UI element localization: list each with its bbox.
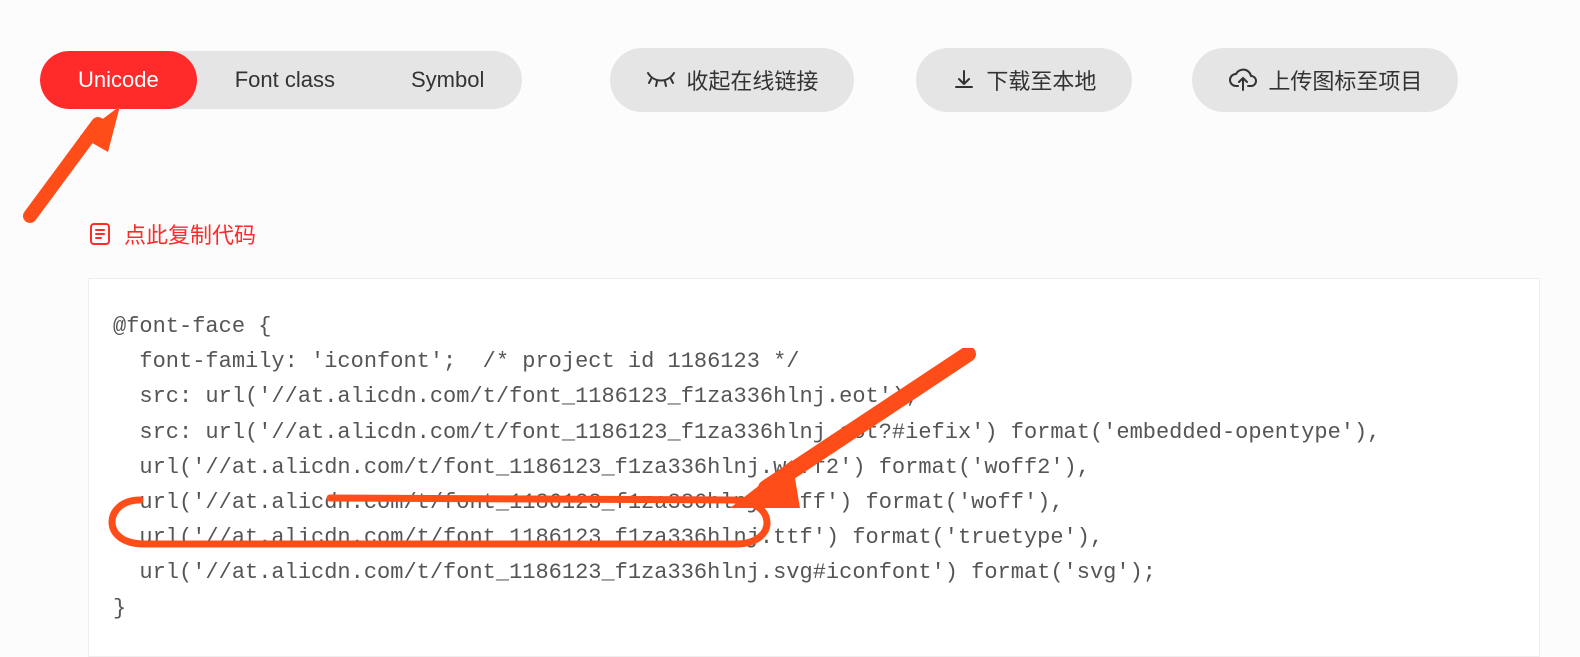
download-local-button[interactable]: 下载至本地 [916,48,1132,112]
tab-fontclass[interactable]: Font class [197,51,373,109]
upload-project-label: 上传图标至项目 [1268,64,1422,96]
format-tabs: Unicode Font class Symbol [40,51,522,109]
collapse-link-button[interactable]: 收起在线链接 [610,48,854,112]
annotation-arrow-to-tab [20,106,130,226]
collapse-link-label: 收起在线链接 [686,64,818,96]
download-icon [952,68,976,92]
code-block: @font-face { font-family: 'iconfont'; /*… [88,278,1540,657]
top-toolbar: Unicode Font class Symbol 收起在线链接 下载至本地 [0,0,1580,112]
cloud-upload-icon [1228,68,1258,92]
tab-unicode[interactable]: Unicode [40,51,197,109]
tab-symbol[interactable]: Symbol [373,51,522,109]
upload-project-button[interactable]: 上传图标至项目 [1192,48,1458,112]
eyelash-icon [646,71,676,89]
copy-code-button[interactable]: 点此复制代码 [88,218,1580,250]
download-local-label: 下载至本地 [986,64,1096,96]
copy-icon [88,221,112,247]
copy-code-label: 点此复制代码 [124,218,256,250]
